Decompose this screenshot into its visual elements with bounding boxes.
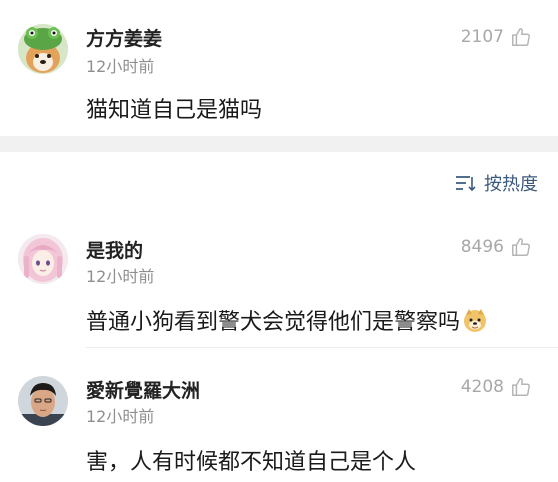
like-count: 4208 bbox=[460, 377, 504, 397]
thumbs-up-icon bbox=[512, 28, 530, 46]
thumbs-up-icon bbox=[512, 238, 530, 256]
avatar[interactable] bbox=[18, 234, 68, 284]
sort-lines-icon bbox=[456, 176, 476, 192]
section-divider bbox=[0, 136, 558, 152]
comment-text: 猫知道自己是猫吗 bbox=[86, 98, 263, 123]
comment-feed: 方方姜姜 12小时前 2107 猫知道自己是猫吗 按热度 是我的 12小时前 8… bbox=[0, 0, 558, 482]
like-count: 2107 bbox=[460, 27, 504, 47]
comment-text-content: 普通小狗看到警犬会觉得他们是警察吗 bbox=[86, 310, 461, 335]
like-count: 8496 bbox=[460, 237, 504, 257]
thumbs-up-icon bbox=[512, 378, 530, 396]
comment-text: 害，人有时候都不知道自己是个人 bbox=[86, 450, 417, 475]
man-portrait-avatar-icon bbox=[18, 376, 68, 426]
comment-item: 愛新覺羅大洲 12小时前 4208 害，人有时候都不知道自己是个人 bbox=[0, 348, 558, 482]
doge-face-icon bbox=[462, 307, 488, 339]
sort-toggle[interactable]: 按热度 bbox=[454, 170, 538, 196]
username[interactable]: 是我的 bbox=[86, 236, 143, 263]
timestamp: 12小时前 bbox=[86, 407, 155, 426]
comment-item: 是我的 12小时前 8496 普通小狗看到警犬会觉得他们是警察吗 bbox=[0, 210, 558, 348]
comment-text: 普通小狗看到警犬会觉得他们是警察吗 bbox=[86, 304, 488, 339]
comment-item: 方方姜姜 12小时前 2107 猫知道自己是猫吗 bbox=[0, 0, 558, 136]
like-button[interactable]: 8496 bbox=[461, 236, 532, 258]
like-button[interactable]: 4208 bbox=[461, 376, 532, 398]
username[interactable]: 方方姜姜 bbox=[86, 24, 162, 51]
username[interactable]: 愛新覺羅大洲 bbox=[86, 376, 200, 403]
avatar[interactable] bbox=[18, 376, 68, 426]
anime-girl-avatar-icon bbox=[18, 234, 68, 284]
like-button[interactable]: 2107 bbox=[461, 26, 532, 48]
timestamp: 12小时前 bbox=[86, 57, 155, 76]
sort-label: 按热度 bbox=[484, 174, 538, 195]
shiba-dog-frog-hat-icon bbox=[18, 24, 68, 74]
timestamp: 12小时前 bbox=[86, 267, 155, 286]
avatar[interactable] bbox=[18, 24, 68, 74]
